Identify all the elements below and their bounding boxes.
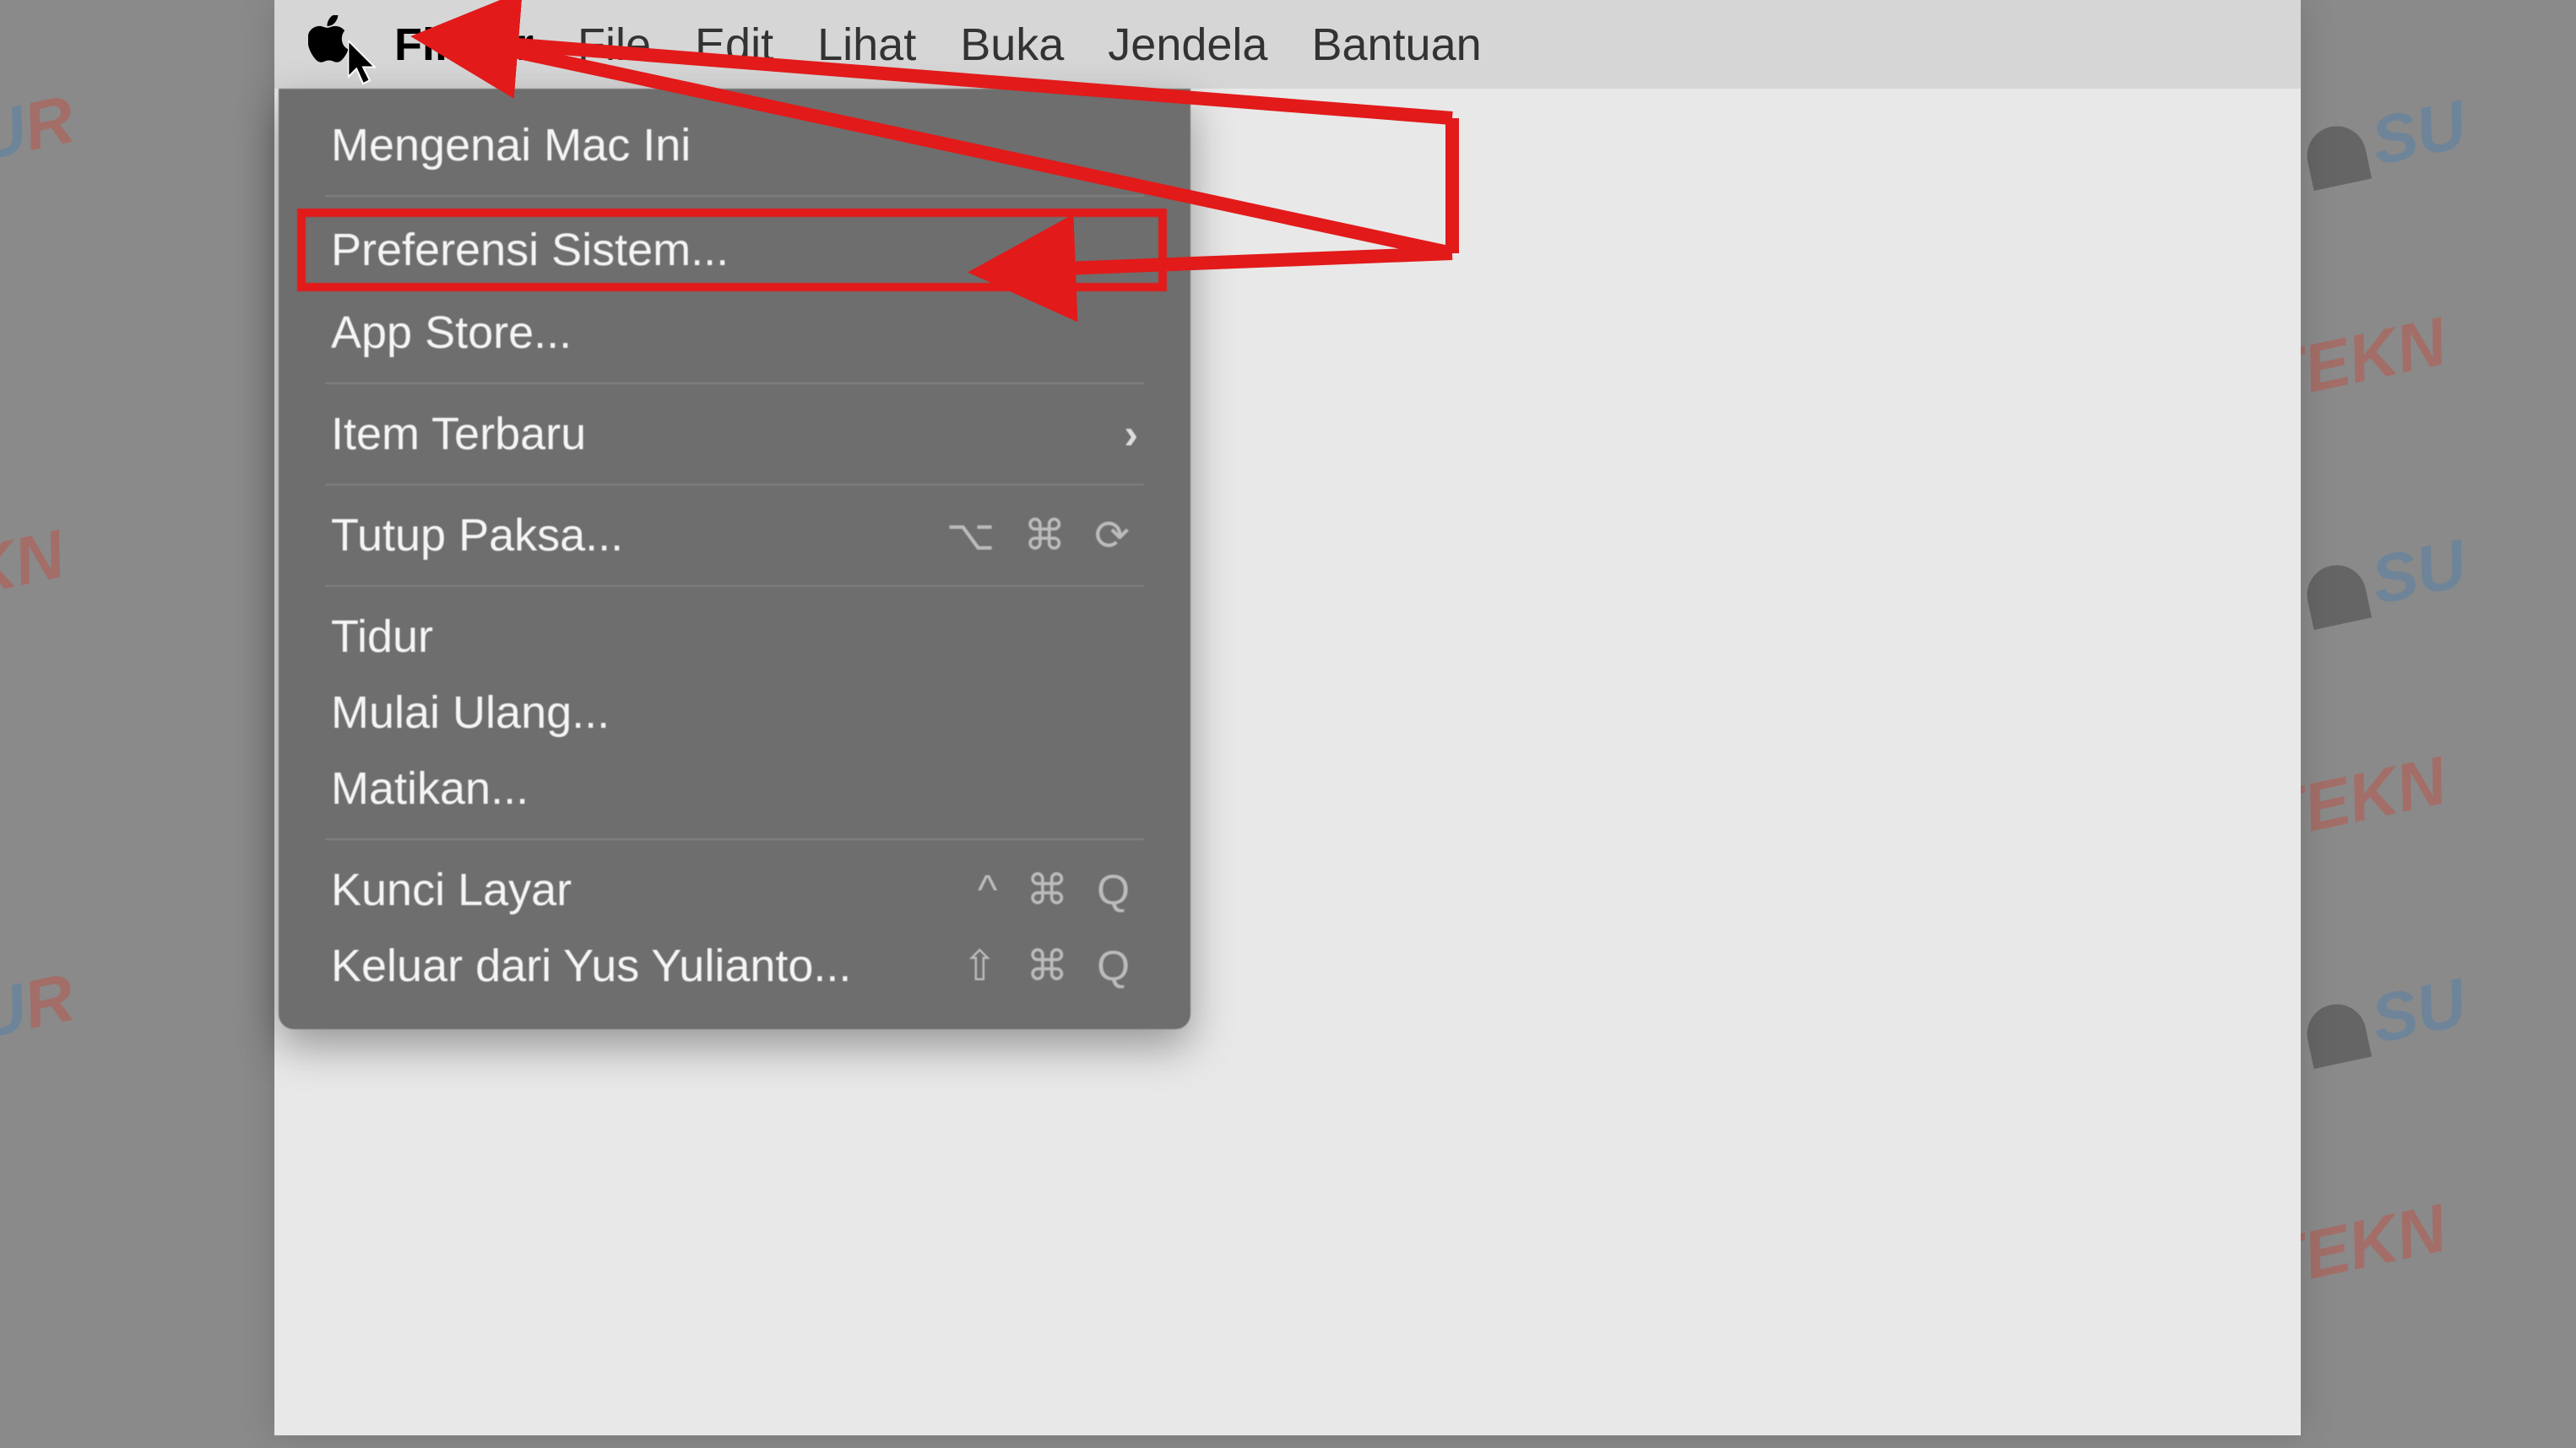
menu-item-system-preferences[interactable]: Preferensi Sistem... [297, 209, 1167, 291]
apple-menu-icon[interactable] [308, 15, 350, 73]
menu-item-label: Matikan... [331, 762, 529, 815]
menu-separator [325, 484, 1144, 485]
menu-item-label: Keluar dari Yus Yulianto... [331, 940, 851, 992]
menu-item-label: Kunci Layar [331, 864, 572, 916]
menu-separator [325, 838, 1144, 840]
menu-window[interactable]: Jendela [1108, 19, 1267, 71]
menu-item-app-store[interactable]: App Store... [279, 295, 1190, 371]
menu-item-force-quit[interactable]: Tutup Paksa... ⌥ ⌘ ⟳ [279, 497, 1190, 573]
menu-item-logout[interactable]: Keluar dari Yus Yulianto... ⇧ ⌘ Q [279, 928, 1190, 1004]
menu-file[interactable]: File [578, 19, 651, 71]
menu-view[interactable]: Lihat [817, 19, 916, 71]
keyboard-shortcut: ⌥ ⌘ ⟳ [946, 511, 1138, 560]
menu-separator [325, 585, 1144, 587]
apple-logo-icon [308, 15, 350, 62]
menu-item-label: Item Terbaru [331, 408, 586, 460]
menu-item-lock-screen[interactable]: Kunci Layar ^ ⌘ Q [279, 852, 1190, 928]
menu-bar: Finder File Edit Lihat Buka Jendela Bant… [274, 0, 2301, 89]
menu-separator [325, 382, 1144, 384]
menu-item-sleep[interactable]: Tidur [279, 599, 1190, 675]
chevron-right-icon: › [1124, 409, 1138, 458]
menu-item-about-mac[interactable]: Mengenai Mac Ini [279, 107, 1190, 183]
menu-item-label: Mengenai Mac Ini [331, 119, 691, 171]
keyboard-shortcut: ^ ⌘ Q [978, 865, 1138, 914]
menu-go[interactable]: Buka [960, 19, 1064, 71]
menu-item-recent-items[interactable]: Item Terbaru › [279, 396, 1190, 472]
menu-edit[interactable]: Edit [695, 19, 773, 71]
keyboard-shortcut: ⇧ ⌘ Q [962, 941, 1138, 990]
menu-item-shutdown[interactable]: Matikan... [279, 751, 1190, 827]
menu-help[interactable]: Bantuan [1311, 19, 1481, 71]
menu-item-label: Tidur [331, 610, 433, 663]
desktop-window: Finder File Edit Lihat Buka Jendela Bant… [274, 0, 2301, 1435]
menu-item-label: Tutup Paksa... [331, 509, 623, 561]
app-name-menu[interactable]: Finder [394, 19, 534, 71]
menu-separator [325, 195, 1144, 197]
apple-dropdown-menu: Mengenai Mac Ini Preferensi Sistem... Ap… [279, 89, 1190, 1029]
menu-item-label: Preferensi Sistem... [331, 224, 729, 276]
menu-item-label: App Store... [331, 306, 572, 359]
menu-item-label: Mulai Ulang... [331, 686, 610, 739]
menu-item-restart[interactable]: Mulai Ulang... [279, 675, 1190, 751]
